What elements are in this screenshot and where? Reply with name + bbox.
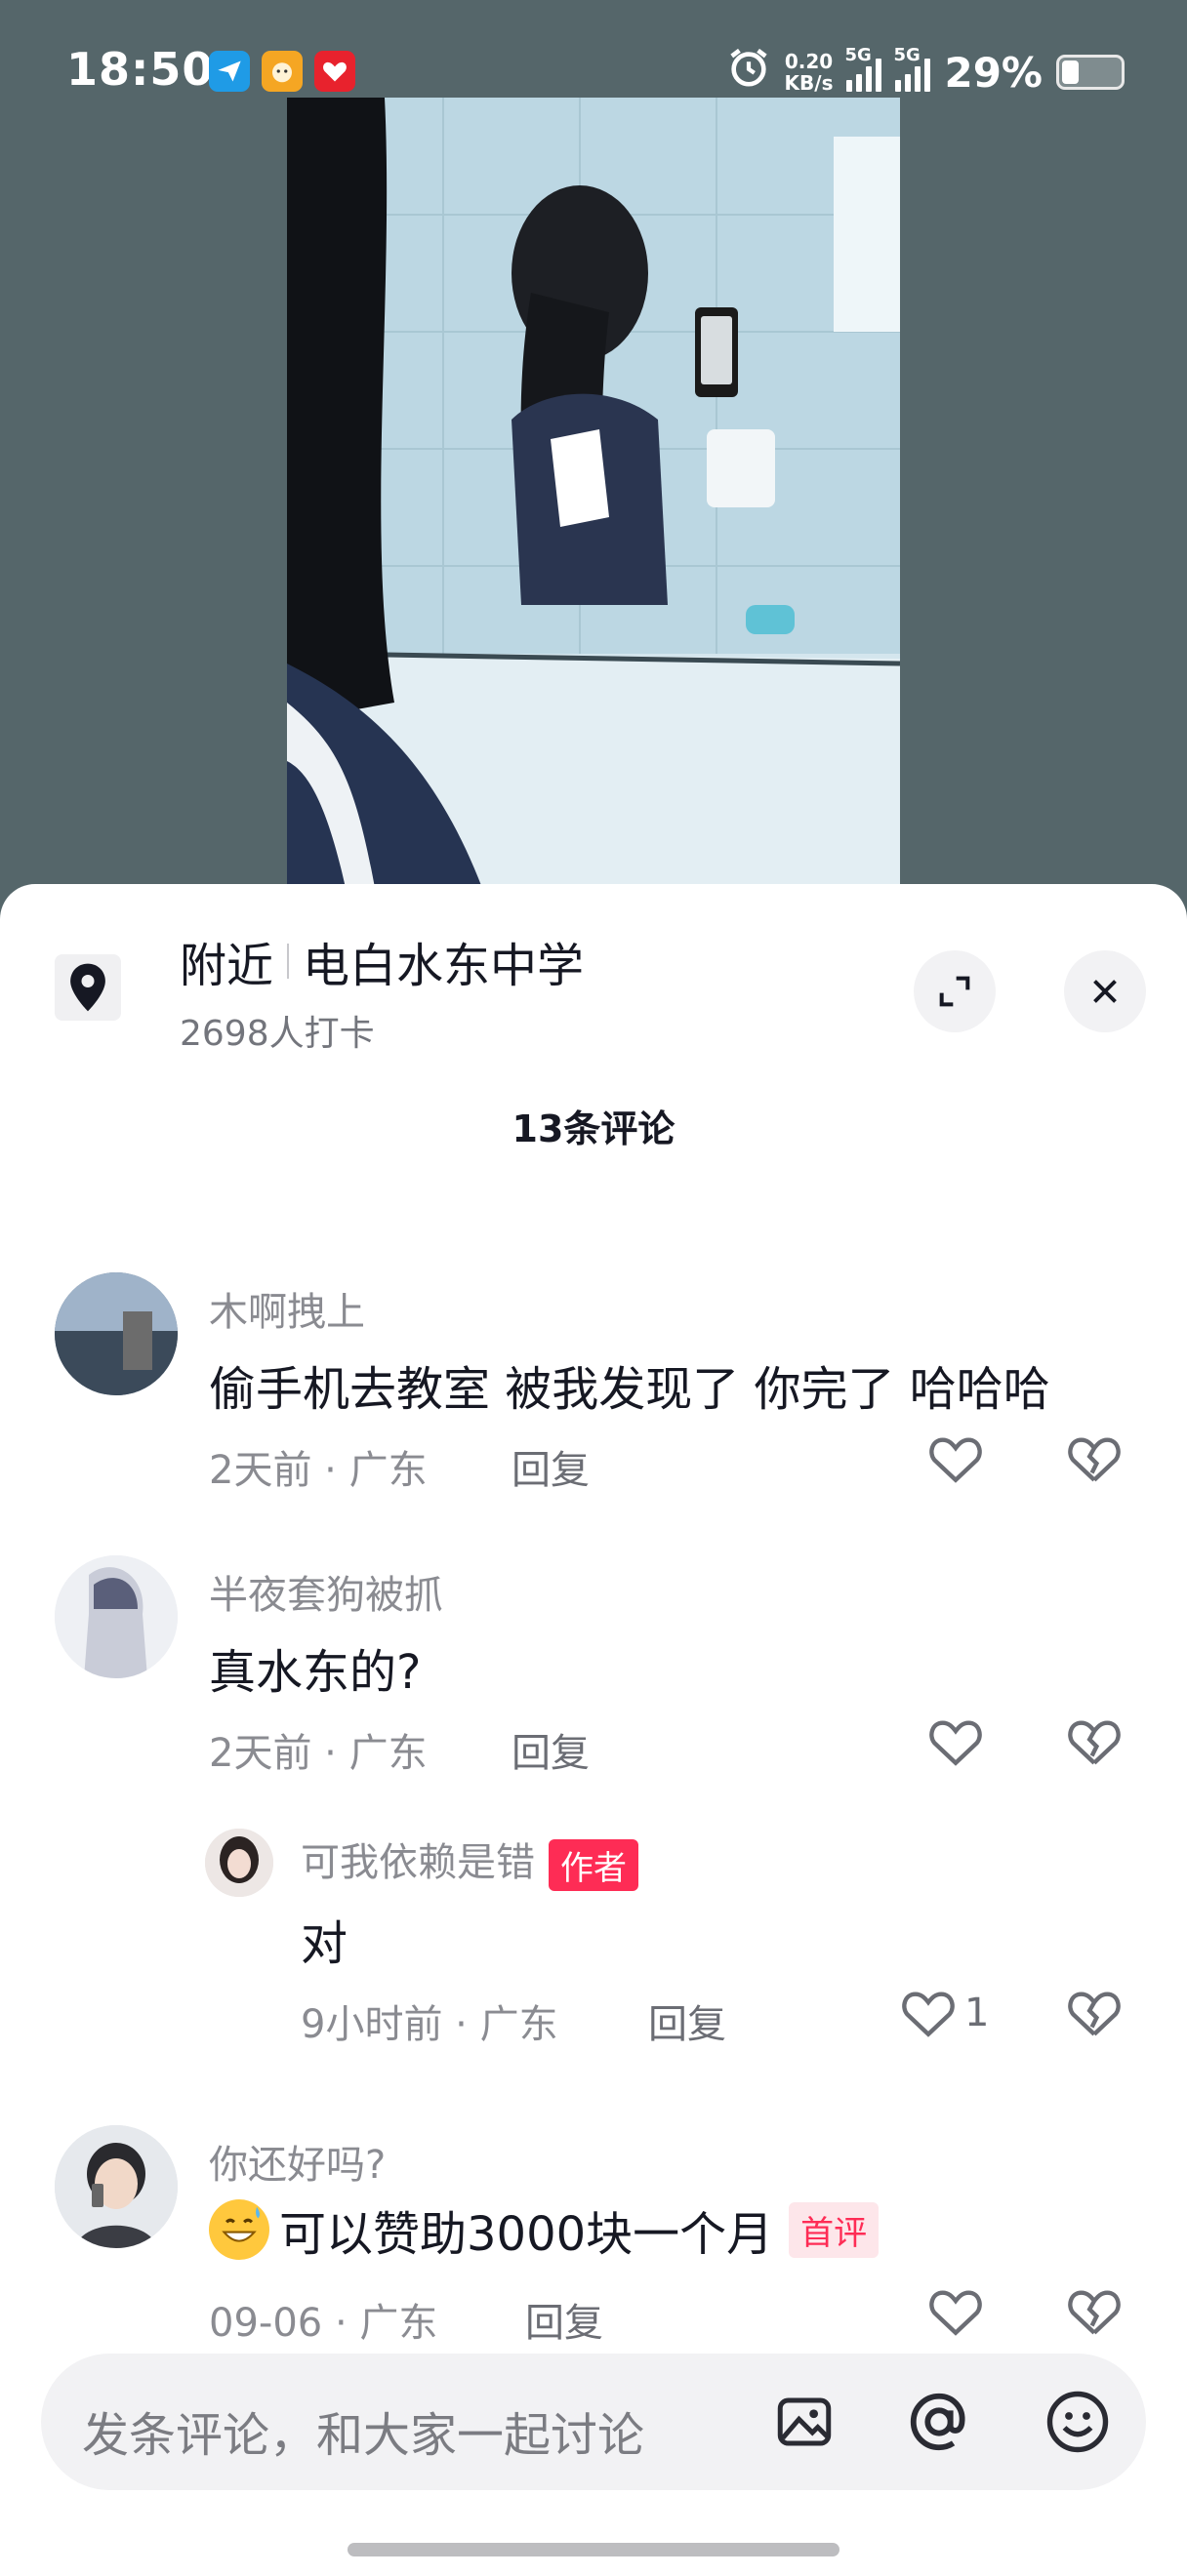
like-button[interactable] bbox=[927, 1715, 984, 1768]
battery-percent: 29% bbox=[944, 48, 1043, 97]
signal-1-label: 5G bbox=[844, 45, 872, 65]
comment-input-bar: 发条评论，和大家一起讨论 bbox=[0, 2342, 1187, 2576]
dislike-button[interactable] bbox=[1066, 2285, 1123, 2342]
signal-icon-2: 5G bbox=[893, 45, 931, 92]
like-button[interactable] bbox=[927, 1432, 984, 1485]
alarm-icon bbox=[726, 45, 771, 100]
heart-icon bbox=[902, 1992, 955, 2037]
avatar[interactable] bbox=[55, 2125, 178, 2248]
network-speed: 0.20 KB/s bbox=[785, 51, 834, 94]
first-comment-badge: 首评 bbox=[789, 2201, 880, 2258]
reply-username: 可我依赖是错 bbox=[301, 1840, 535, 1885]
cat-app-icon bbox=[262, 51, 303, 92]
avatar[interactable] bbox=[55, 1555, 178, 1678]
location-name: 电白水东中学 bbox=[303, 939, 585, 993]
signal-2-label: 5G bbox=[893, 45, 921, 65]
at-icon bbox=[910, 2393, 965, 2451]
comment-text: 真水东的? bbox=[209, 1645, 422, 1700]
location-prefix: 附近 bbox=[180, 939, 274, 993]
comment-username[interactable]: 可我依赖是错 作者 bbox=[301, 1831, 638, 1891]
avatar[interactable] bbox=[55, 1272, 178, 1395]
location-checkins: 2698人打卡 bbox=[180, 1014, 375, 1054]
smiley-icon bbox=[1046, 2391, 1109, 2453]
comment-username[interactable]: 你还好吗? bbox=[209, 2133, 386, 2190]
reply-button[interactable]: 回复 bbox=[648, 1992, 726, 2049]
comments-sheet: 附近 电白水东中学 2698人打卡 13条评论 木啊拽上 偷手机去教室 被我发现… bbox=[0, 884, 1187, 2576]
location-title[interactable]: 附近 电白水东中学 bbox=[180, 927, 584, 995]
comment-username[interactable]: 半夜套狗被抓 bbox=[209, 1563, 443, 1620]
expand-button[interactable] bbox=[914, 950, 996, 1032]
mention-button[interactable] bbox=[904, 2387, 974, 2457]
comment-input-placeholder: 发条评论，和大家一起讨论 bbox=[82, 2408, 645, 2463]
comment-text: 偷手机去教室 被我发现了 你完了 哈哈哈 bbox=[209, 1362, 1050, 1417]
close-icon bbox=[1093, 980, 1117, 1003]
network-speed-unit: KB/s bbox=[784, 71, 834, 95]
grin-sweat-emoji-icon bbox=[209, 2199, 269, 2260]
close-button[interactable] bbox=[1064, 950, 1146, 1032]
like-button[interactable] bbox=[927, 2285, 984, 2338]
dislike-button[interactable] bbox=[1066, 1987, 1123, 2043]
broken-heart-icon bbox=[1068, 2290, 1121, 2335]
image-icon bbox=[777, 2397, 832, 2446]
comments-count: 13条评论 bbox=[512, 1107, 675, 1150]
battery-level bbox=[1062, 60, 1079, 84]
heart-app-icon bbox=[314, 51, 355, 92]
location-pin-icon bbox=[55, 954, 121, 1021]
image-button[interactable] bbox=[769, 2387, 839, 2457]
network-speed-value: 0.20 bbox=[784, 50, 834, 73]
signal-icon-1: 5G bbox=[844, 45, 882, 92]
dislike-button[interactable] bbox=[1066, 1715, 1123, 1772]
status-app-icons bbox=[209, 51, 355, 92]
comment-meta: 2天前 · 广东 bbox=[209, 1448, 428, 1493]
comment-body: 可以赞助3000块一个月 bbox=[279, 2207, 774, 2262]
comment-text: 对 bbox=[301, 1916, 348, 1971]
comment-input[interactable]: 发条评论，和大家一起讨论 bbox=[41, 2354, 1146, 2490]
comment-username[interactable]: 木啊拽上 bbox=[209, 1280, 365, 1337]
reply-button[interactable]: 回复 bbox=[512, 1438, 590, 1495]
like-button[interactable]: 1 bbox=[900, 1987, 989, 2039]
author-badge: 作者 bbox=[549, 1838, 638, 1891]
heart-icon bbox=[929, 1437, 982, 1483]
comment-text: 可以赞助3000块一个月 首评 bbox=[209, 2195, 880, 2264]
dislike-button[interactable] bbox=[1066, 1432, 1123, 1489]
battery-icon bbox=[1056, 55, 1125, 90]
like-count: 1 bbox=[964, 1991, 990, 2035]
post-photo[interactable] bbox=[287, 98, 900, 888]
comment-meta: 2天前 · 广东 bbox=[209, 1731, 428, 1776]
broken-heart-icon bbox=[1068, 1720, 1121, 1765]
reply-button[interactable]: 回复 bbox=[525, 2291, 603, 2348]
broken-heart-icon bbox=[1068, 1437, 1121, 1482]
status-time: 18:50 bbox=[66, 43, 215, 96]
emoji-button[interactable] bbox=[1043, 2387, 1113, 2457]
expand-icon bbox=[939, 976, 970, 1007]
reply-button[interactable]: 回复 bbox=[512, 1721, 590, 1778]
paper-plane-app-icon bbox=[209, 51, 250, 92]
comment-item: 你还好吗? 可以赞助3000块一个月 首评 09-06 · 广东 回复 bbox=[0, 2117, 1187, 2352]
location-separator bbox=[287, 944, 290, 979]
broken-heart-icon bbox=[1068, 1992, 1121, 2036]
home-indicator[interactable] bbox=[348, 2543, 839, 2556]
status-right: 0.20 KB/s 5G 5G 29% bbox=[726, 45, 1125, 100]
heart-icon bbox=[929, 2290, 982, 2336]
heart-icon bbox=[929, 1720, 982, 1766]
avatar[interactable] bbox=[205, 1829, 273, 1897]
comment-meta: 9小时前 · 广东 bbox=[301, 2002, 558, 2047]
comment-meta: 09-06 · 广东 bbox=[209, 2301, 438, 2346]
